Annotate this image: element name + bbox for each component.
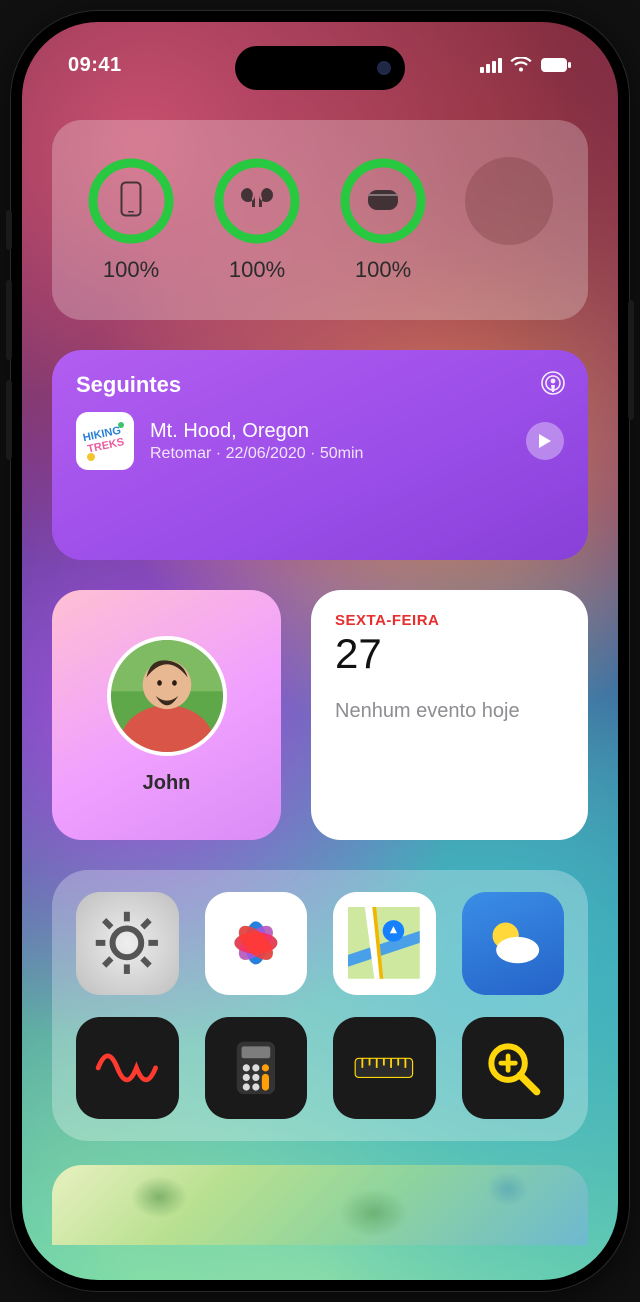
podcasts-icon <box>540 370 566 401</box>
app-photos[interactable] <box>205 892 308 995</box>
app-weather[interactable] <box>462 892 565 995</box>
contact-name: John <box>143 772 191 795</box>
battery-item-phone: 100% <box>87 157 175 283</box>
contact-widget[interactable]: John <box>52 590 281 840</box>
episode-title: Mt. Hood, Oregon <box>150 419 510 443</box>
battery-icon <box>540 57 572 73</box>
battery-pct: 100% <box>229 257 285 283</box>
app-library-folder[interactable] <box>52 870 588 1141</box>
episode-meta: Retomar · 22/06/2020 · 50min <box>150 445 510 463</box>
app-magnifier[interactable] <box>462 1017 565 1120</box>
status-time: 09:41 <box>68 54 122 77</box>
podcast-header: Seguintes <box>76 372 564 398</box>
app-calculator[interactable] <box>205 1017 308 1120</box>
calendar-weekday: SEXTA-FEIRA <box>335 612 564 629</box>
calendar-widget[interactable]: SEXTA-FEIRA 27 Nenhum evento hoje <box>311 590 588 840</box>
calendar-message: Nenhum evento hoje <box>335 699 564 724</box>
dynamic-island <box>235 46 405 90</box>
iphone-frame: 09:41 <box>10 10 630 1292</box>
battery-pct: 100% <box>103 257 159 283</box>
phone-icon <box>120 181 142 222</box>
battery-pct: 100% <box>355 257 411 283</box>
podcast-episode-row[interactable]: HIKINGTREKS Mt. Hood, Oregon Retomar · 2… <box>76 412 564 470</box>
wifi-icon <box>510 57 532 73</box>
battery-item-empty <box>465 157 553 283</box>
batteries-widget[interactable]: 100% 100% <box>52 120 588 320</box>
podcast-artwork: HIKINGTREKS <box>76 412 134 470</box>
airpods-case-icon <box>366 186 400 217</box>
avatar <box>107 636 227 756</box>
app-measure[interactable] <box>333 1017 436 1120</box>
screen: 09:41 <box>22 22 618 1280</box>
battery-item-airpods: 100% <box>213 157 301 283</box>
battery-item-case: 100% <box>339 157 427 283</box>
app-settings[interactable] <box>76 892 179 995</box>
airpods-icon <box>236 185 278 218</box>
play-button[interactable] <box>526 422 564 460</box>
app-voice-memos[interactable] <box>76 1017 179 1120</box>
map-widget-peek[interactable] <box>52 1165 588 1245</box>
cellular-icon <box>480 58 502 73</box>
app-maps[interactable] <box>333 892 436 995</box>
calendar-date: 27 <box>335 631 564 677</box>
podcast-widget[interactable]: Seguintes HIKINGTREKS Mt. Hood, Oregon R… <box>52 350 588 560</box>
